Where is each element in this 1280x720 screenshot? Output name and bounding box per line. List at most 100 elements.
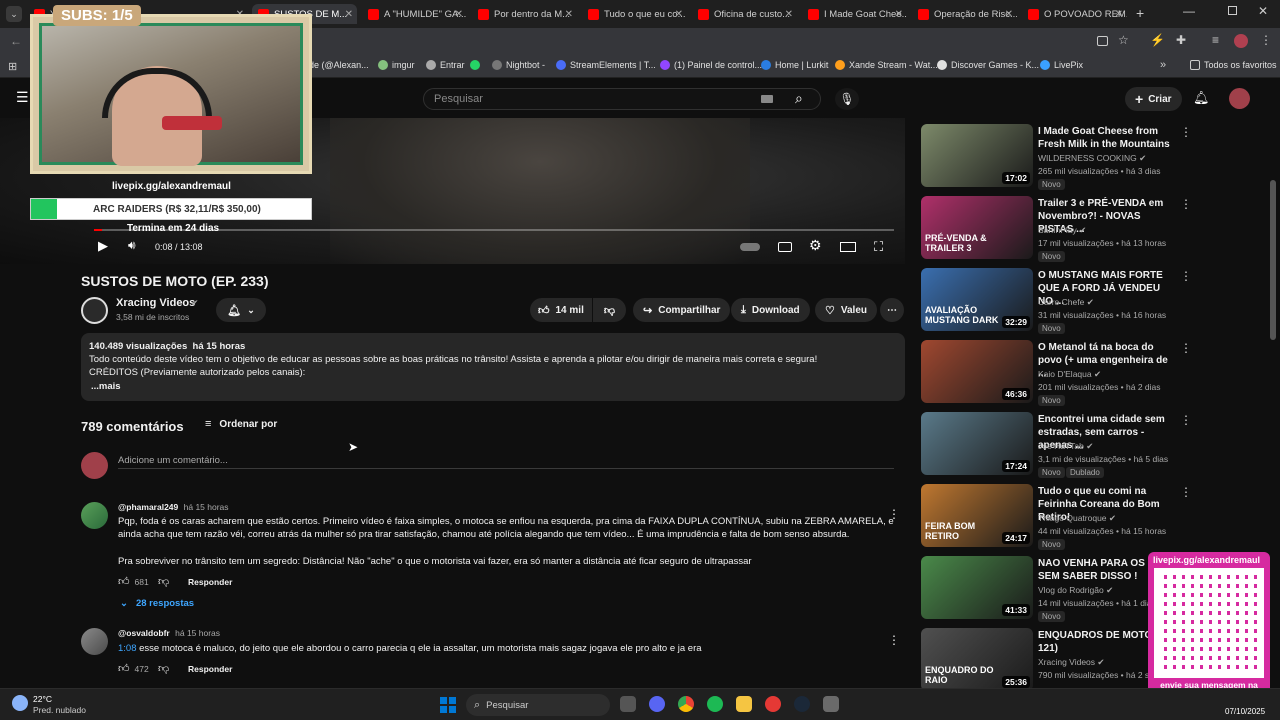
download-button[interactable]: ⤓ Download bbox=[731, 298, 810, 322]
suggestion-thumbnail[interactable]: PRÉ-VENDA & TRAILER 3 bbox=[921, 196, 1033, 259]
hamburger-menu-icon[interactable]: ☰ bbox=[16, 89, 29, 106]
close-tab-icon[interactable]: ✕ bbox=[1115, 9, 1123, 20]
more-bookmarks-icon[interactable]: » bbox=[1160, 59, 1166, 71]
close-window-icon[interactable]: ✕ bbox=[1258, 4, 1268, 18]
search-box[interactable]: Pesquisar ⌕ bbox=[423, 88, 821, 110]
comment-time[interactable]: há 15 horas bbox=[184, 502, 229, 512]
profile-avatar[interactable] bbox=[1234, 34, 1248, 48]
close-tab-icon[interactable]: ✕ bbox=[675, 9, 683, 20]
subtitles-icon[interactable] bbox=[778, 242, 792, 252]
bookmark-item[interactable]: Nightbot - bbox=[492, 60, 545, 70]
sidebar-scrollbar[interactable] bbox=[1270, 180, 1276, 340]
suggestion-channel[interactable]: SanInPlay ✔ bbox=[1038, 225, 1086, 236]
file-explorer-icon[interactable] bbox=[736, 696, 752, 712]
chrome-icon[interactable] bbox=[678, 696, 694, 712]
back-icon[interactable]: ← bbox=[10, 34, 22, 48]
comment-avatar[interactable] bbox=[81, 628, 108, 655]
browser-tab[interactable]: Por dentro da M... ✕ bbox=[472, 4, 577, 24]
keyboard-icon[interactable] bbox=[761, 95, 773, 103]
suggestion-channel[interactable]: Carro Chefe ✔ bbox=[1038, 297, 1094, 308]
bookmark-item[interactable]: imgur bbox=[378, 60, 415, 70]
close-tab-icon[interactable]: ✕ bbox=[895, 9, 903, 20]
steam-icon[interactable] bbox=[794, 696, 810, 712]
close-tab-icon[interactable]: ✕ bbox=[345, 9, 353, 20]
notifications-bell-icon[interactable]: 🔔︎ bbox=[1193, 90, 1210, 106]
bookmark-item[interactable]: Entrar bbox=[426, 60, 465, 70]
discord-icon[interactable] bbox=[649, 696, 665, 712]
comment-reply-button[interactable]: Responder bbox=[188, 664, 232, 674]
browser-tab[interactable]: A "HUMILDE" GA... ✕ bbox=[362, 4, 467, 24]
volume-icon[interactable]: 🔊︎ bbox=[128, 238, 136, 253]
sort-button[interactable]: ≡ Ordenar por bbox=[205, 418, 277, 430]
suggestion-menu-icon[interactable]: ⋮ bbox=[1180, 197, 1192, 211]
description-more-link[interactable]: ...mais bbox=[91, 381, 121, 392]
browser-tab[interactable]: O POVOADO REM... ✕ bbox=[1022, 4, 1127, 24]
show-replies-button[interactable]: ⌄ 28 respostas bbox=[120, 598, 194, 609]
theater-mode-icon[interactable] bbox=[840, 242, 856, 252]
channel-name[interactable]: Xracing Videos bbox=[116, 297, 195, 309]
bookmark-item[interactable]: Discover Games - K... bbox=[937, 60, 1039, 70]
extension-icon[interactable]: ⚡ bbox=[1150, 33, 1165, 47]
browser-tab[interactable]: Operação de Risc... ✕ bbox=[912, 4, 1017, 24]
suggestion-thumbnail[interactable]: 46:36 bbox=[921, 340, 1033, 403]
suggestion-channel[interactable]: WILDERNESS COOKING ✔ bbox=[1038, 153, 1146, 164]
suggestion-channel[interactable]: Thiago Quatroque ✔ bbox=[1038, 513, 1116, 524]
comment-avatar[interactable] bbox=[81, 502, 108, 529]
suggestion-menu-icon[interactable]: ⋮ bbox=[1180, 269, 1192, 283]
comment-dislike-icon[interactable]: 👎︎ bbox=[158, 575, 169, 588]
new-tab-button[interactable]: + bbox=[1136, 5, 1144, 21]
browser-tab[interactable]: Oficina de custo... ✕ bbox=[692, 4, 797, 24]
weather-icon[interactable] bbox=[12, 695, 28, 711]
browser-tab[interactable]: Tudo o que eu co... ✕ bbox=[582, 4, 687, 24]
comment-reply-button[interactable]: Responder bbox=[188, 577, 232, 587]
suggestion-channel[interactable]: Vlog do Rodrigão ✔ bbox=[1038, 585, 1113, 596]
install-app-icon[interactable] bbox=[1097, 36, 1108, 46]
add-comment-input[interactable]: Adicione um comentário... bbox=[118, 452, 894, 469]
comment-menu-icon[interactable]: ⋮ bbox=[888, 633, 900, 647]
comment-dislike-icon[interactable]: 👎︎ bbox=[158, 662, 169, 675]
suggestion-thumbnail[interactable]: ENQUADRO DO RAIO 25:36 bbox=[921, 628, 1033, 691]
suggestion-thumbnail[interactable]: AVALIAÇÃO MUSTANG DARK 32:29 bbox=[921, 268, 1033, 331]
play-icon[interactable]: ▶ bbox=[98, 238, 108, 254]
suggestion-thumbnail[interactable]: FEIRA BOM RETIRO 24:17 bbox=[921, 484, 1033, 547]
suggestion-menu-icon[interactable]: ⋮ bbox=[1180, 413, 1192, 427]
suggestion-menu-icon[interactable]: ⋮ bbox=[1180, 485, 1192, 499]
close-tab-icon[interactable]: ✕ bbox=[455, 9, 463, 20]
description-box[interactable]: 140.489 visualizações há 15 horas Todo c… bbox=[81, 333, 905, 401]
suggestion-thumbnail[interactable]: 17:24 bbox=[921, 412, 1033, 475]
taskbar-search[interactable]: ⌕ Pesquisar bbox=[466, 694, 610, 716]
close-tab-icon[interactable]: ✕ bbox=[1005, 9, 1013, 20]
fullscreen-icon[interactable]: ⛶ bbox=[874, 239, 883, 255]
bookmark-item[interactable]: StreamElements | T... bbox=[556, 60, 656, 70]
search-icon[interactable]: ⌕ bbox=[795, 90, 803, 107]
comment-menu-icon[interactable]: ⋮ bbox=[888, 507, 900, 521]
suggestion-thumbnail[interactable]: 41:33 bbox=[921, 556, 1033, 619]
close-tab-icon[interactable]: ✕ bbox=[785, 9, 793, 20]
all-favorites-folder[interactable]: Todos os favoritos bbox=[1190, 60, 1277, 70]
bookmark-item[interactable] bbox=[470, 60, 484, 70]
suggestion-menu-icon[interactable]: ⋮ bbox=[1180, 341, 1192, 355]
bookmark-item[interactable]: Home | Lurkit bbox=[761, 60, 828, 70]
restore-icon[interactable] bbox=[1228, 6, 1237, 15]
menu-icon[interactable]: ⋮ bbox=[1260, 33, 1272, 47]
thanks-button[interactable]: ♡ Valeu bbox=[815, 298, 878, 322]
bookmark-item[interactable]: (1) Painel de control... bbox=[660, 60, 762, 70]
settings-gear-icon[interactable]: ⚙ bbox=[809, 237, 822, 254]
autoplay-toggle[interactable] bbox=[740, 243, 760, 251]
task-view-icon[interactable] bbox=[620, 696, 636, 712]
suggestion-thumbnail[interactable]: 17:02 bbox=[921, 124, 1033, 187]
share-button[interactable]: ↪ Compartilhar bbox=[633, 298, 731, 322]
suggestion-title[interactable]: I Made Goat Cheese from Fresh Milk in th… bbox=[1038, 125, 1176, 151]
create-button[interactable]: + Criar bbox=[1125, 87, 1182, 111]
comment-timestamp-link[interactable]: 1:08 bbox=[118, 643, 137, 654]
bookmark-item[interactable]: Xande Stream - Wat... bbox=[835, 60, 938, 70]
close-tab-icon[interactable]: ✕ bbox=[565, 9, 573, 20]
media-player-icon[interactable] bbox=[765, 696, 781, 712]
app-icon[interactable] bbox=[823, 696, 839, 712]
like-button[interactable]: 👍︎ 14 mil bbox=[530, 298, 592, 322]
suggestion-channel[interactable]: Joe HaTTab ✔ bbox=[1038, 441, 1093, 452]
search-input[interactable]: Pesquisar bbox=[434, 93, 483, 105]
comment-like-button[interactable]: 👍︎ 681 bbox=[118, 575, 149, 588]
apps-grid-icon[interactable]: ⊞ bbox=[8, 60, 17, 73]
comment-like-button[interactable]: 👍︎ 472 bbox=[118, 662, 149, 675]
